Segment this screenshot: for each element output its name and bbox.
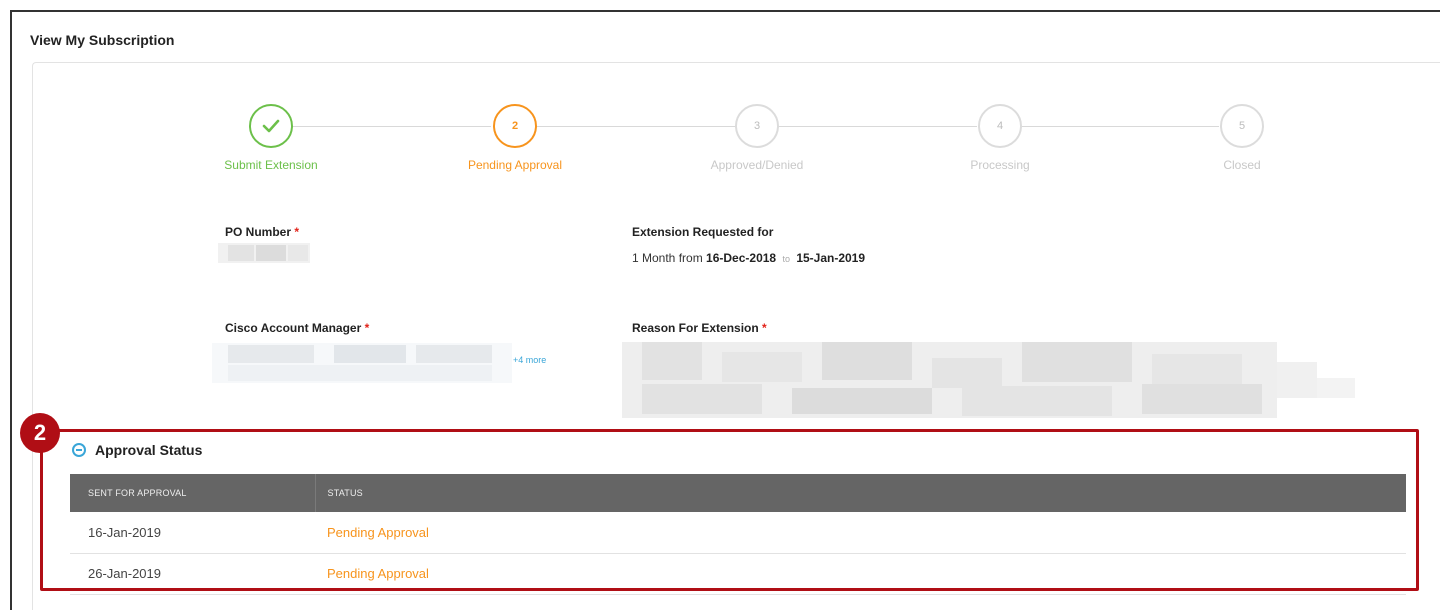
- extension-value: 1 Month from 16-Dec-2018 to 15-Jan-2019: [632, 251, 866, 265]
- step-approved-denied: 3 Approved/Denied: [677, 104, 837, 172]
- reason-label: Reason For Extension *: [632, 321, 767, 335]
- extension-start-date: 16-Dec-2018: [706, 251, 777, 265]
- redacted-account-managers: [212, 343, 512, 383]
- step-number: 3: [735, 104, 779, 148]
- step-number: 5: [1220, 104, 1264, 148]
- step-number: 4: [978, 104, 1022, 148]
- page-title: View My Subscription: [30, 32, 175, 48]
- step-closed: 5 Closed: [1162, 104, 1322, 172]
- step-circle: [249, 104, 293, 148]
- callout-badge: 2: [20, 413, 60, 453]
- step-label: Processing: [970, 158, 1030, 172]
- step-label: Approved/Denied: [710, 158, 804, 172]
- step-label: Submit Extension: [224, 158, 318, 172]
- extension-end-date: 15-Jan-2019: [796, 251, 866, 265]
- required-marker: *: [294, 225, 300, 239]
- step-label: Pending Approval: [467, 158, 563, 172]
- step-number: 2: [493, 104, 537, 148]
- extension-label: Extension Requested for: [632, 225, 774, 239]
- more-managers-link[interactable]: +4 more: [513, 355, 546, 365]
- check-icon: [262, 119, 280, 133]
- po-number-label: PO Number *: [225, 225, 300, 239]
- step-pending-approval: 2 Pending Approval: [435, 104, 595, 172]
- account-manager-label: Cisco Account Manager *: [225, 321, 370, 335]
- redacted-po-number: [218, 243, 310, 263]
- step-processing: 4 Processing: [920, 104, 1080, 172]
- callout-highlight-box: [40, 429, 1419, 591]
- required-marker: *: [762, 321, 767, 335]
- step-submit-extension: Submit Extension: [191, 104, 351, 172]
- redacted-reason: [622, 342, 1355, 418]
- step-label: Closed: [1223, 158, 1261, 172]
- required-marker: *: [364, 321, 370, 335]
